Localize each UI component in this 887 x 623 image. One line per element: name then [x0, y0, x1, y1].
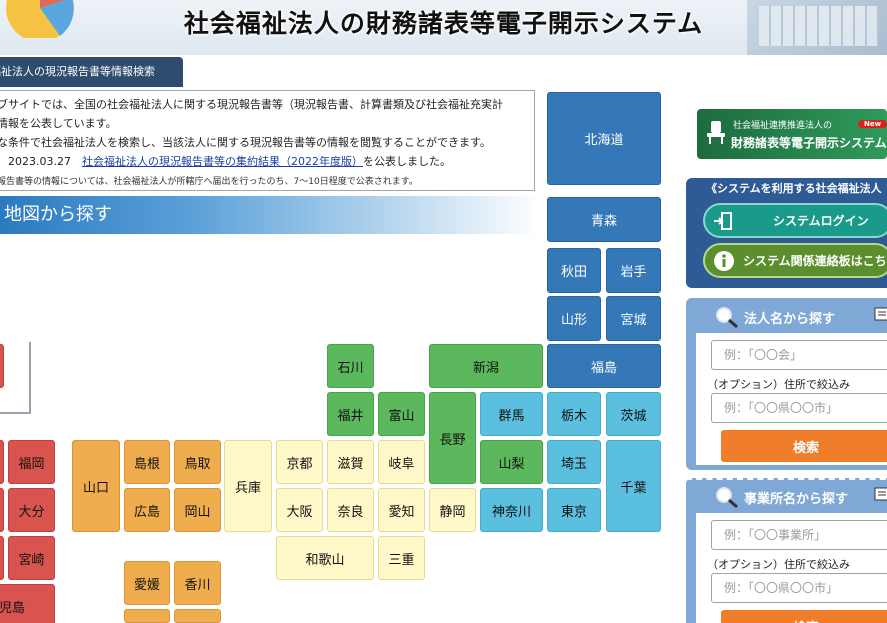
pref-saitama[interactable]: 埼玉 [547, 440, 601, 484]
pref-gifu[interactable]: 岐阜 [378, 440, 425, 484]
site-title: 社会福祉法人の財務諸表等電子開示システム [183, 9, 704, 38]
system-panel-title: 《システムを利用する社会福祉法人 [706, 182, 882, 195]
pref-chiba[interactable]: 千葉 [606, 440, 661, 532]
office-search-title-text: 事業所名から探す [744, 491, 849, 507]
pref-ibaraki[interactable]: 茨城 [606, 392, 661, 436]
news-link[interactable]: 社会福祉法人の現況報告書等の集約結果（2022年度版） [82, 155, 363, 168]
pref-nara[interactable]: 奈良 [327, 488, 374, 532]
pref-hokkaido[interactable]: 北海道 [547, 92, 661, 185]
office-search-button[interactable]: 検索 [721, 610, 887, 623]
pref-miyagi[interactable]: 宮城 [606, 296, 661, 341]
news-suffix: を公表しました。 [362, 155, 451, 168]
info-icon [714, 250, 734, 271]
corp-search-title-text: 法人名から探す [744, 311, 836, 327]
panel-divider [686, 478, 887, 480]
banner-subtitle: 社会福祉連携推進法人の [733, 121, 833, 131]
office-name-input[interactable] [711, 520, 887, 550]
pref-nagasaki[interactable] [0, 488, 4, 532]
pref-kanagawa[interactable]: 神奈川 [480, 488, 543, 532]
system-board-label: システム関係連絡板はこち [743, 254, 887, 268]
map-divider-vertical [29, 342, 31, 414]
map-heading: 地図から探す [0, 196, 540, 234]
corp-search-title: 法人名から探す [714, 306, 835, 328]
pref-yamanashi[interactable]: 山梨 [480, 440, 543, 484]
pref-miyazaki[interactable]: 宮崎 [8, 536, 55, 580]
info-line-3: な条件で社会福祉法人を検索し、当該法人に関する現況報告書等の情報を閲覧することが… [0, 136, 491, 149]
corp-option-label: （オプション）住所で絞込み [707, 378, 850, 391]
search-icon [716, 487, 738, 508]
login-door-icon [714, 211, 732, 230]
pref-gunma[interactable]: 群馬 [480, 392, 543, 436]
pref-fukuoka[interactable]: 福岡 [8, 440, 55, 484]
pref-fukui[interactable]: 福井 [327, 392, 374, 436]
system-login-button[interactable]: システムログイン [703, 203, 887, 238]
pref-shizuoka[interactable]: 静岡 [429, 488, 476, 532]
pref-akita[interactable]: 秋田 [547, 248, 601, 293]
pref-niigata[interactable]: 新潟 [429, 344, 543, 388]
pref-fukushima[interactable]: 福島 [547, 344, 661, 388]
pref-kagoshima[interactable]: 児島 [0, 584, 55, 623]
pref-ehime[interactable]: 愛媛 [124, 561, 170, 605]
pref-nagano[interactable]: 長野 [429, 392, 476, 484]
corp-name-input[interactable] [711, 340, 887, 370]
pref-hyogo[interactable]: 兵庫 [224, 440, 272, 532]
pref-kyoto[interactable]: 京都 [276, 440, 323, 484]
office-address-input[interactable] [711, 573, 887, 603]
pref-okayama[interactable]: 岡山 [174, 488, 221, 532]
pref-yamagata[interactable]: 山形 [547, 296, 601, 341]
pref-kumamoto[interactable] [0, 536, 4, 580]
banner-title: 財務諸表等電子開示システム [731, 136, 887, 150]
section-tab[interactable]: 福祉法人の現況報告書等情報検索 [0, 57, 183, 87]
news-date: 2023.03.27 [8, 155, 71, 168]
pref-kagawa[interactable]: 香川 [174, 561, 221, 605]
pref-oita[interactable]: 大分 [8, 488, 55, 532]
pref-wakayama[interactable]: 和歌山 [276, 536, 374, 580]
search-icon [716, 307, 738, 328]
pref-tokushima[interactable] [174, 609, 221, 623]
pref-shiga[interactable]: 滋賀 [327, 440, 374, 484]
pref-aichi[interactable]: 愛知 [378, 488, 425, 532]
office-option-label: （オプション）住所で絞込み [707, 558, 850, 571]
corp-address-input[interactable] [711, 393, 887, 423]
pref-mie[interactable]: 三重 [378, 536, 425, 580]
pref-kochi[interactable] [124, 609, 170, 623]
new-badge: New [858, 120, 887, 128]
corp-search-button[interactable]: 検索 [721, 430, 887, 462]
site-header: 社会福祉法人の財務諸表等電子開示システム [0, 0, 887, 55]
info-line-2: 情報を公表しています。 [0, 117, 117, 130]
system-board-button[interactable]: システム関係連絡板はこち [703, 243, 887, 278]
info-box: ブサイトでは、全国の社会福祉法人に関する現況報告書等（現況報告書、計算書類及び社… [0, 90, 535, 191]
document-icon [874, 487, 887, 501]
pref-yamaguchi[interactable]: 山口 [72, 440, 120, 532]
pref-toyama[interactable]: 富山 [378, 392, 425, 436]
chair-icon [707, 121, 725, 144]
pref-aomori[interactable]: 青森 [547, 197, 661, 242]
pref-iwate[interactable]: 岩手 [606, 248, 661, 293]
info-line-4: 2023.03.27 社会福祉法人の現況報告書等の集約結果（2022年度版）を公… [0, 152, 534, 171]
renkei-banner[interactable]: 社会福祉連携推進法人の New 財務諸表等電子開示システム [697, 109, 887, 159]
system-login-label: システムログイン [773, 214, 869, 228]
pref-tochigi[interactable]: 栃木 [547, 392, 601, 436]
document-icon [874, 307, 887, 321]
pref-tokyo[interactable]: 東京 [547, 488, 601, 532]
pref-ishikawa[interactable]: 石川 [327, 344, 374, 388]
pref-shimane[interactable]: 島根 [124, 440, 170, 484]
pref-osaka[interactable]: 大阪 [276, 488, 323, 532]
pref-hiroshima[interactable]: 広島 [124, 488, 170, 532]
info-line-1: ブサイトでは、全国の社会福祉法人に関する現況報告書等（現況報告書、計算書類及び社… [0, 98, 503, 111]
info-note: 報告書等の情報については、社会福祉法人が所轄庁へ届出を行ったのち、7〜10日程度… [0, 177, 418, 187]
pref-okinawa[interactable] [0, 344, 4, 388]
map-divider-horizontal [0, 412, 31, 414]
pref-saga[interactable] [0, 440, 4, 484]
office-search-title: 事業所名から探す [714, 486, 848, 508]
pref-tottori[interactable]: 鳥取 [174, 440, 221, 484]
